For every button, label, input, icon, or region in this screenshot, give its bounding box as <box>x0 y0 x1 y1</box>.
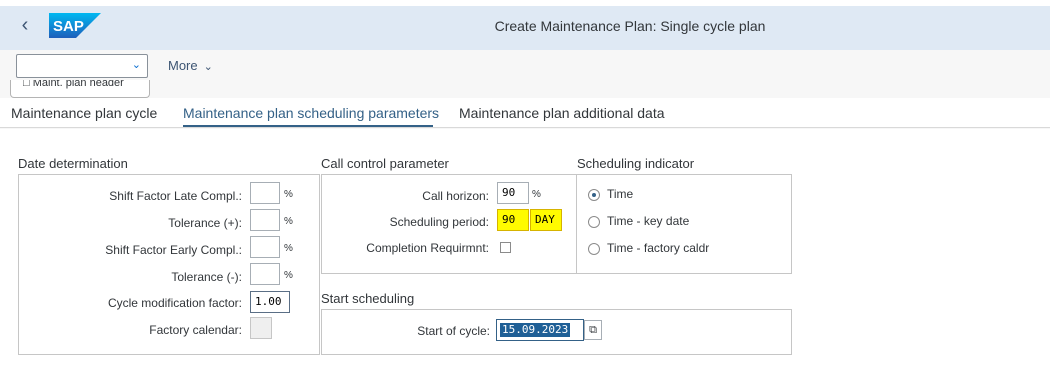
factory-calendar-input <box>250 317 272 339</box>
start-scheduling-box: Start of cycle: 15.09.2023 ⧉ <box>321 309 792 355</box>
radio-time-factory-calendar[interactable] <box>588 243 600 255</box>
call-control-box: Call horizon: 90 % Scheduling period: 90… <box>321 174 577 274</box>
radio-time-factory-calendar-label: Time - factory caldr <box>607 241 710 255</box>
shift-early-input[interactable] <box>250 236 280 258</box>
header-button-label: Maint. plan header <box>32 80 124 89</box>
shift-early-unit: % <box>284 243 293 254</box>
tolerance-minus-unit: % <box>284 270 293 281</box>
call-horizon-input[interactable]: 90 <box>497 182 529 204</box>
completion-requirement-label: Completion Requirmnt: <box>366 241 489 255</box>
radio-time-label: Time <box>607 187 634 201</box>
shift-late-unit: % <box>284 189 293 200</box>
radio-time[interactable] <box>588 189 600 201</box>
scheduling-indicator-title: Scheduling indicator <box>577 156 695 171</box>
tolerance-minus-input[interactable] <box>250 263 280 285</box>
scheduling-period-input[interactable]: 90 <box>497 209 529 231</box>
tolerance-minus-label: Tolerance (-): <box>171 270 242 284</box>
page-title: Create Maintenance Plan: Single cycle pl… <box>494 18 766 34</box>
start-of-cycle-label: Start of cycle: <box>417 324 490 338</box>
active-tab-indicator <box>183 125 433 127</box>
radio-time-key-date[interactable] <box>588 216 600 228</box>
date-determination-box: Shift Factor Late Compl.: % Tolerance (+… <box>18 174 320 355</box>
tab-scheduling-parameters[interactable]: Maintenance plan scheduling parameters <box>183 105 439 121</box>
cycle-modification-label: Cycle modification factor: <box>107 296 242 310</box>
shift-late-label: Shift Factor Late Compl.: <box>109 189 242 203</box>
scheduling-period-label: Scheduling period: <box>389 215 489 229</box>
chevron-down-icon: ⌄ <box>203 61 213 73</box>
scheduling-indicator-box: Time Time - key date Time - factory cald… <box>576 174 792 274</box>
start-of-cycle-input[interactable]: 15.09.2023 <box>496 319 584 341</box>
radio-time-key-date-label: Time - key date <box>607 214 690 228</box>
tolerance-plus-label: Tolerance (+): <box>168 216 242 230</box>
shift-late-input[interactable] <box>250 182 280 204</box>
date-determination-title: Date determination <box>18 156 128 171</box>
tolerance-plus-unit: % <box>284 216 293 227</box>
tab-content: Date determination Shift Factor Late Com… <box>0 129 1050 387</box>
completion-requirement-checkbox[interactable] <box>500 242 511 253</box>
call-control-title: Call control parameter <box>321 156 449 171</box>
chevron-down-icon: ⌄ <box>131 59 141 71</box>
command-dropdown[interactable]: ⌄ <box>16 54 148 78</box>
shift-early-label: Shift Factor Early Compl.: <box>105 243 242 257</box>
calendar-picker-icon[interactable]: ⧉ <box>584 320 602 340</box>
tolerance-plus-input[interactable] <box>250 209 280 231</box>
more-label: More <box>168 58 198 73</box>
start-of-cycle-value: 15.09.2023 <box>500 323 571 337</box>
tab-additional-data[interactable]: Maintenance plan additional data <box>459 105 665 121</box>
more-menu-button[interactable]: More ⌄ <box>168 58 213 73</box>
shell-bar: ‹ SAP Create Maintenance Plan: Single cy… <box>0 0 1050 50</box>
start-scheduling-title: Start scheduling <box>321 291 415 306</box>
cycle-modification-input[interactable]: 1.00 <box>250 291 290 313</box>
toolbar: ⌄ More ⌄ □ Maint. plan header <box>0 50 1050 98</box>
maint-plan-header-button[interactable]: □ Maint. plan header <box>10 80 150 98</box>
scheduling-period-unit-input[interactable]: DAY <box>530 209 562 231</box>
tab-strip: Maintenance plan cycle Maintenance plan … <box>0 98 1050 128</box>
call-horizon-unit: % <box>532 189 541 200</box>
factory-calendar-label: Factory calendar: <box>149 323 242 337</box>
tab-maintenance-plan-cycle[interactable]: Maintenance plan cycle <box>11 105 157 121</box>
call-horizon-label: Call horizon: <box>422 189 489 203</box>
checkbox-icon: □ <box>23 80 30 89</box>
